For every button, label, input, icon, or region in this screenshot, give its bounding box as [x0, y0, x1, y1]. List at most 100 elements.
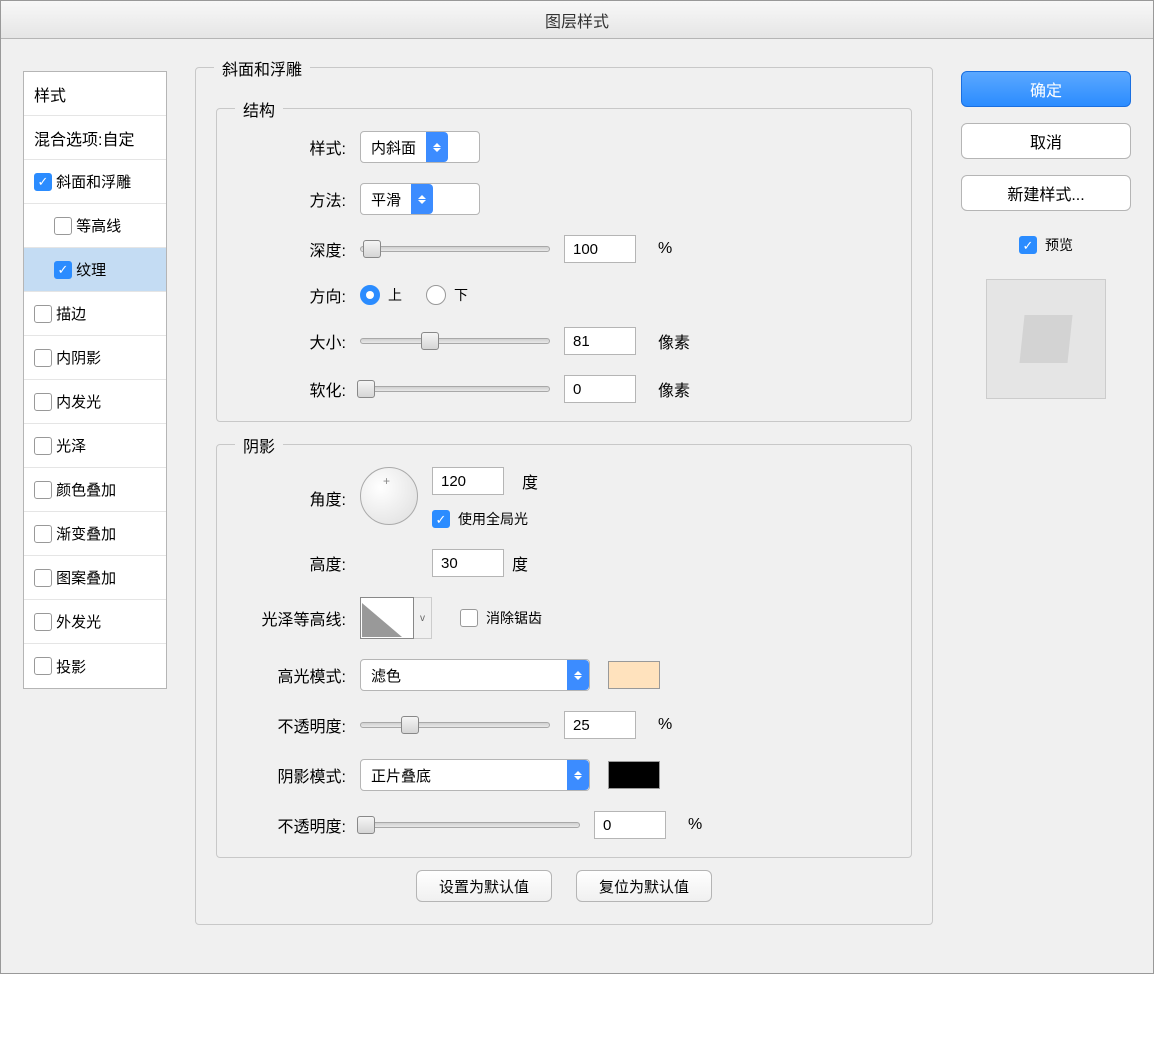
content-area: 样式 混合选项:自定 斜面和浮雕 等高线 纹理 描边 — [1, 39, 1153, 973]
gloss-contour-picker[interactable] — [360, 597, 414, 639]
sidebar-item-inner-shadow[interactable]: 内阴影 — [24, 336, 166, 380]
highlight-opacity-label: 不透明度: — [241, 713, 346, 737]
sidebar-item-label: 内发光 — [56, 391, 101, 412]
size-unit: 像素 — [658, 329, 690, 353]
preview-thumbnail — [986, 279, 1106, 399]
altitude-unit: 度 — [512, 551, 528, 575]
technique-label: 方法: — [241, 187, 346, 211]
checkbox-satin[interactable] — [34, 437, 52, 455]
angle-label: 角度: — [241, 486, 346, 510]
checkbox-color-overlay[interactable] — [34, 481, 52, 499]
styles-sidebar: 样式 混合选项:自定 斜面和浮雕 等高线 纹理 描边 — [23, 71, 167, 689]
radio-icon — [360, 285, 380, 305]
global-light-checkbox[interactable] — [432, 510, 450, 528]
sidebar-item-label: 外发光 — [56, 611, 101, 632]
checkbox-outer-glow[interactable] — [34, 613, 52, 631]
chevron-down-icon[interactable]: v — [414, 597, 432, 639]
sidebar-item-label: 描边 — [56, 303, 86, 324]
direction-down-radio[interactable]: 下 — [426, 285, 468, 305]
set-default-button[interactable]: 设置为默认值 — [416, 870, 552, 902]
layer-style-dialog: 图层样式 样式 混合选项:自定 斜面和浮雕 等高线 纹理 — [0, 0, 1154, 974]
shadow-opacity-input[interactable] — [594, 811, 666, 839]
checkbox-stroke[interactable] — [34, 305, 52, 323]
dropdown-arrow-icon — [567, 660, 589, 690]
altitude-input[interactable] — [432, 549, 504, 577]
sidebar-item-contour[interactable]: 等高线 — [24, 204, 166, 248]
sidebar-item-pattern-overlay[interactable]: 图案叠加 — [24, 556, 166, 600]
reset-default-button[interactable]: 复位为默认值 — [576, 870, 712, 902]
depth-slider[interactable] — [360, 246, 550, 252]
shadow-mode-select[interactable]: 正片叠底 — [360, 759, 590, 791]
highlight-mode-select[interactable]: 滤色 — [360, 659, 590, 691]
checkbox-inner-glow[interactable] — [34, 393, 52, 411]
sidebar-item-bevel[interactable]: 斜面和浮雕 — [24, 160, 166, 204]
size-label: 大小: — [241, 329, 346, 353]
shadow-mode-value: 正片叠底 — [371, 765, 557, 786]
soften-label: 软化: — [241, 377, 346, 401]
ok-button[interactable]: 确定 — [961, 71, 1131, 107]
shadow-color-swatch[interactable] — [608, 761, 660, 789]
antialias-label: 消除锯齿 — [486, 608, 542, 628]
angle-dial[interactable] — [360, 467, 418, 525]
sidebar-header-styles[interactable]: 样式 — [24, 72, 166, 116]
size-input[interactable] — [564, 327, 636, 355]
direction-up-radio[interactable]: 上 — [360, 285, 402, 305]
size-slider[interactable] — [360, 338, 550, 344]
cancel-button[interactable]: 取消 — [961, 123, 1131, 159]
sidebar-item-label: 投影 — [56, 656, 86, 677]
window-title: 图层样式 — [545, 8, 609, 32]
checkbox-drop-shadow[interactable] — [34, 657, 52, 675]
angle-input[interactable] — [432, 467, 504, 495]
shadow-opacity-unit: % — [688, 816, 702, 834]
preview-checkbox[interactable] — [1019, 236, 1037, 254]
sidebar-item-label: 纹理 — [76, 259, 106, 280]
direction-label: 方向: — [241, 283, 346, 307]
depth-unit: % — [658, 240, 672, 258]
preview-label: 预览 — [1045, 235, 1073, 255]
checkbox-pattern-overlay[interactable] — [34, 569, 52, 587]
structure-fieldset: 结构 样式: 内斜面 方法: 平滑 — [216, 108, 912, 422]
structure-legend: 结构 — [235, 97, 283, 121]
highlight-opacity-unit: % — [658, 716, 672, 734]
sidebar-item-drop-shadow[interactable]: 投影 — [24, 644, 166, 688]
sidebar-header-blend[interactable]: 混合选项:自定 — [24, 116, 166, 160]
dropdown-arrow-icon — [567, 760, 589, 790]
highlight-opacity-slider[interactable] — [360, 722, 550, 728]
shading-legend: 阴影 — [235, 433, 283, 457]
highlight-opacity-input[interactable] — [564, 711, 636, 739]
gloss-contour-label: 光泽等高线: — [241, 606, 346, 630]
checkbox-inner-shadow[interactable] — [34, 349, 52, 367]
checkbox-texture[interactable] — [54, 261, 72, 279]
new-style-button[interactable]: 新建样式... — [961, 175, 1131, 211]
checkbox-gradient-overlay[interactable] — [34, 525, 52, 543]
depth-input[interactable] — [564, 235, 636, 263]
sidebar-item-texture[interactable]: 纹理 — [24, 248, 166, 292]
sidebar-item-stroke[interactable]: 描边 — [24, 292, 166, 336]
sidebar-item-label: 渐变叠加 — [56, 523, 116, 544]
technique-value: 平滑 — [371, 189, 401, 210]
radio-icon — [426, 285, 446, 305]
sidebar-item-color-overlay[interactable]: 颜色叠加 — [24, 468, 166, 512]
sidebar-item-outer-glow[interactable]: 外发光 — [24, 600, 166, 644]
dropdown-arrow-icon — [426, 132, 448, 162]
antialias-checkbox[interactable] — [460, 609, 478, 627]
sidebar-item-inner-glow[interactable]: 内发光 — [24, 380, 166, 424]
checkbox-bevel[interactable] — [34, 173, 52, 191]
style-label: 样式: — [241, 135, 346, 159]
main-panel: 斜面和浮雕 结构 样式: 内斜面 方法: 平滑 — [195, 59, 933, 943]
checkbox-contour[interactable] — [54, 217, 72, 235]
technique-select[interactable]: 平滑 — [360, 183, 480, 215]
shadow-opacity-slider[interactable] — [360, 822, 580, 828]
preview-inner — [1019, 315, 1072, 363]
style-select[interactable]: 内斜面 — [360, 131, 480, 163]
style-value: 内斜面 — [371, 137, 416, 158]
sidebar-item-label: 斜面和浮雕 — [56, 171, 131, 192]
soften-slider[interactable] — [360, 386, 550, 392]
altitude-label: 高度: — [241, 551, 346, 575]
bevel-fieldset: 斜面和浮雕 结构 样式: 内斜面 方法: 平滑 — [195, 67, 933, 925]
highlight-color-swatch[interactable] — [608, 661, 660, 689]
sidebar-item-gradient-overlay[interactable]: 渐变叠加 — [24, 512, 166, 556]
soften-input[interactable] — [564, 375, 636, 403]
radio-label: 上 — [388, 285, 402, 305]
sidebar-item-satin[interactable]: 光泽 — [24, 424, 166, 468]
